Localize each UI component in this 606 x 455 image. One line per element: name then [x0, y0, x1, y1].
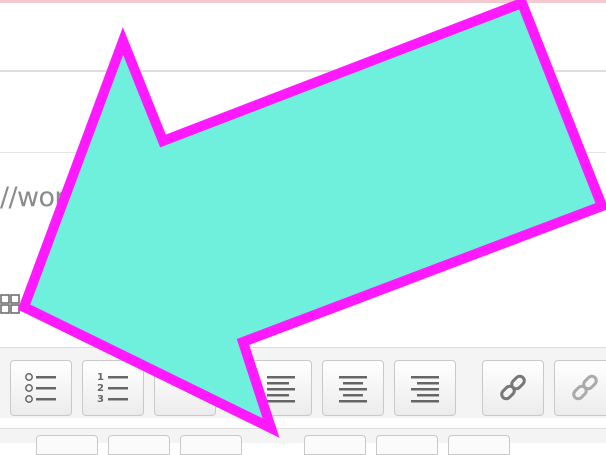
numbered-list-icon: 1 2 3: [97, 372, 128, 405]
title-field-border: [0, 70, 606, 72]
align-center-button[interactable]: [322, 360, 384, 416]
numbered-list-button[interactable]: 1 2 3: [82, 360, 144, 416]
toolbar-row2-button[interactable]: [180, 435, 242, 455]
unlink-icon: [572, 374, 598, 401]
align-left-button[interactable]: [250, 360, 312, 416]
align-left-icon: [267, 376, 295, 403]
unlink-button[interactable]: [554, 360, 606, 416]
align-right-icon: [411, 376, 439, 403]
editor-toolbar-row-2: [0, 428, 606, 455]
svg-text:1: 1: [97, 372, 104, 383]
field-divider: [0, 152, 606, 153]
media-add-icon[interactable]: [0, 284, 22, 324]
bullet-list-icon: [25, 373, 56, 403]
insert-link-button[interactable]: [482, 360, 544, 416]
toolbar-row2-button[interactable]: [376, 435, 438, 455]
toolbar-row2-button[interactable]: [36, 435, 98, 455]
editor-toolbar: 1 2 3 “: [0, 347, 606, 418]
svg-text:“: “: [173, 373, 188, 408]
blockquote-icon: “: [173, 373, 188, 408]
svg-text:3: 3: [97, 394, 104, 405]
align-right-button[interactable]: [394, 360, 456, 416]
permalink-url[interactable]: //wordpress.clarku.edu/template-tester/?: [0, 178, 606, 218]
bullet-list-button[interactable]: [10, 360, 72, 416]
toolbar-row2-button[interactable]: [108, 435, 170, 455]
link-icon: [500, 374, 526, 401]
toolbar-row2-button[interactable]: [448, 435, 510, 455]
toolbar-row2-button[interactable]: [304, 435, 366, 455]
align-center-icon: [339, 376, 367, 403]
window-top-border: [0, 0, 606, 3]
svg-text:2: 2: [97, 383, 104, 394]
blockquote-button[interactable]: “: [154, 360, 216, 416]
